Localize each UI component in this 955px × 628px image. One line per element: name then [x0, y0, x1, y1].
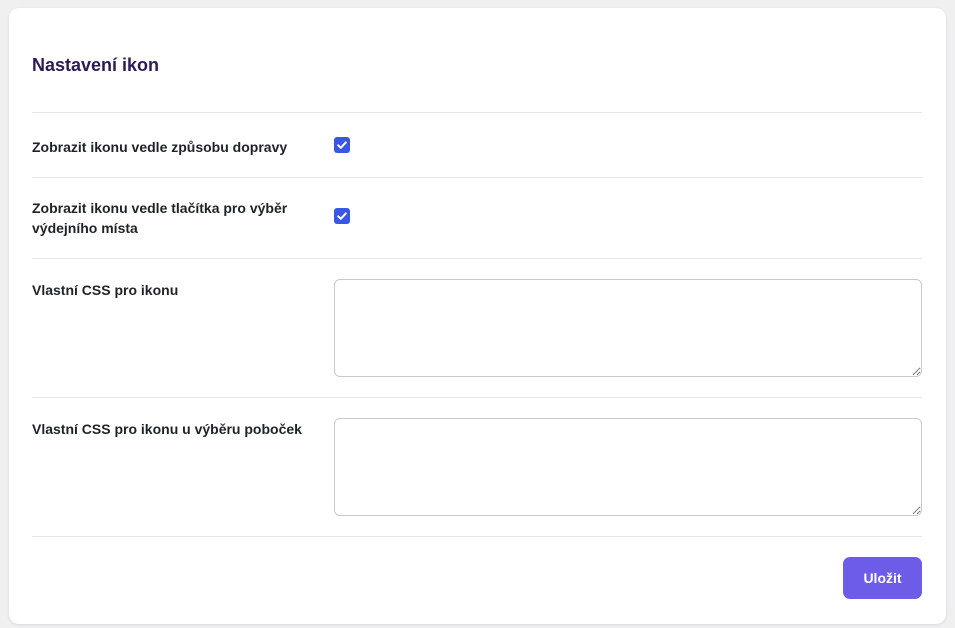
divider [32, 112, 922, 113]
checkmark-icon [337, 141, 347, 149]
divider [32, 536, 922, 537]
show-icon-shipping-checkbox[interactable] [334, 137, 350, 153]
custom-css-icon-textarea[interactable] [334, 279, 922, 377]
divider [32, 258, 922, 259]
custom-css-branch-icon-label: Vlastní CSS pro ikonu u výběru poboček [32, 421, 302, 437]
section-title: Nastavení ikon [32, 55, 160, 75]
divider [32, 177, 922, 178]
checkmark-icon [337, 212, 347, 220]
show-icon-pickup-button-label: Zobrazit ikonu vedle tlačítka pro výběr … [32, 200, 288, 236]
custom-css-branch-icon-textarea[interactable] [334, 418, 922, 516]
icon-settings-card: Nastavení ikon Zobrazit ikonu vedle způs… [9, 8, 946, 624]
show-icon-shipping-label: Zobrazit ikonu vedle způsobu dopravy [32, 139, 288, 155]
divider [32, 397, 922, 398]
show-icon-pickup-button-checkbox[interactable] [334, 208, 350, 224]
save-button[interactable]: Uložit [843, 557, 922, 599]
custom-css-icon-label: Vlastní CSS pro ikonu [32, 282, 179, 298]
